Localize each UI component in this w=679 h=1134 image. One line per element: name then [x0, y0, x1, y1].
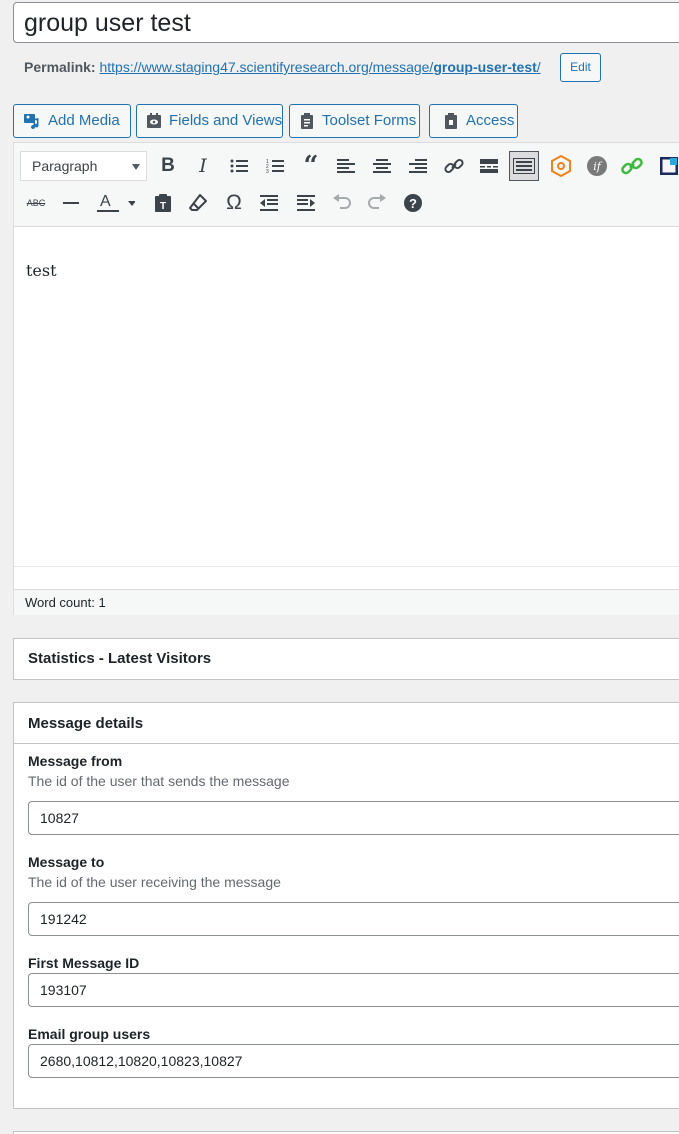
permalink: Permalink: https://www.staging47.scienti…: [24, 57, 541, 77]
clear-formatting-icon[interactable]: [183, 188, 213, 218]
email-group-users-input[interactable]: 2680,10812,10820,10823,10827: [28, 1044, 679, 1078]
align-center-icon[interactable]: [367, 151, 397, 181]
svg-text:?: ?: [409, 196, 417, 211]
outdent-icon[interactable]: [254, 188, 284, 218]
message-to-description: The id of the user receiving the message: [28, 874, 281, 890]
conditional-icon[interactable]: if: [582, 151, 612, 181]
special-char-icon[interactable]: Ω: [219, 188, 249, 218]
editor-divider: [14, 566, 679, 567]
add-media-button[interactable]: Add Media: [13, 104, 131, 138]
italic-icon[interactable]: I: [188, 151, 218, 181]
access-button[interactable]: Access: [429, 104, 518, 138]
toolset-forms-icon[interactable]: [654, 151, 679, 181]
message-details-box: Message details Message from The id of t…: [13, 702, 679, 1109]
svg-text:3: 3: [266, 169, 269, 174]
add-media-label: Add Media: [48, 112, 120, 129]
strikethrough-icon[interactable]: ABC: [21, 188, 51, 218]
align-right-icon[interactable]: [403, 151, 433, 181]
edit-permalink-button[interactable]: Edit: [560, 53, 601, 82]
svg-text:A: A: [100, 193, 111, 210]
access-icon: [445, 113, 457, 129]
green-link-icon[interactable]: [617, 151, 647, 181]
redo-icon[interactable]: [362, 188, 392, 218]
fields-and-views-label: Fields and Views: [169, 112, 283, 129]
media-icon: [24, 114, 39, 130]
align-left-icon[interactable]: [331, 151, 361, 181]
svg-text:T: T: [160, 201, 166, 212]
statistics-box-title: Statistics - Latest Visitors: [28, 650, 212, 667]
email-group-users-label: Email group users: [28, 1026, 151, 1042]
word-count: Word count: 1: [14, 589, 679, 615]
message-from-description: The id of the user that sends the messag…: [28, 773, 290, 789]
content-editor: Paragraph B I 123 “ if ABC A T Ω ? test …: [13, 142, 679, 615]
paste-text-icon[interactable]: T: [148, 188, 178, 218]
toolset-forms-button[interactable]: Toolset Forms: [289, 104, 420, 138]
editor-content[interactable]: test: [26, 261, 57, 280]
bullet-list-icon[interactable]: [224, 151, 254, 181]
statistics-box[interactable]: Statistics - Latest Visitors: [13, 638, 679, 680]
numbered-list-icon[interactable]: 123: [260, 151, 290, 181]
chevron-down-icon: [132, 164, 140, 170]
message-details-title: Message details: [28, 715, 144, 732]
permalink-label: Permalink:: [24, 59, 96, 75]
message-details-header[interactable]: Message details: [14, 703, 679, 744]
link-icon[interactable]: [439, 151, 469, 181]
read-more-icon[interactable]: [474, 151, 504, 181]
toolbar-toggle-icon[interactable]: [509, 151, 539, 181]
fields-views-icon: [147, 113, 161, 128]
format-select-value: Paragraph: [32, 158, 98, 174]
fields-and-views-button[interactable]: Fields and Views: [136, 104, 283, 138]
help-icon[interactable]: ?: [398, 188, 428, 218]
permalink-link[interactable]: https://www.staging47.scientifyresearch.…: [99, 59, 540, 75]
toolset-icon[interactable]: [546, 151, 576, 181]
format-select[interactable]: Paragraph: [20, 151, 147, 181]
message-from-label: Message from: [28, 753, 123, 769]
blockquote-icon[interactable]: “: [296, 151, 326, 181]
message-to-input[interactable]: 191242: [28, 902, 679, 936]
horizontal-line-icon[interactable]: [56, 188, 86, 218]
first-message-id-label: First Message ID: [28, 955, 140, 971]
message-to-label: Message to: [28, 854, 105, 870]
text-color-icon[interactable]: A: [92, 188, 138, 218]
editor-toolbar: Paragraph B I 123 “ if ABC A T Ω ?: [14, 143, 679, 227]
access-label: Access: [466, 112, 515, 129]
message-from-input[interactable]: 10827: [28, 801, 679, 835]
post-title-input[interactable]: group user test: [13, 2, 679, 43]
indent-icon[interactable]: [291, 188, 321, 218]
toolset-forms-label: Toolset Forms: [322, 112, 417, 129]
toolset-forms-icon: [301, 113, 313, 129]
undo-icon[interactable]: [327, 188, 357, 218]
first-message-id-input[interactable]: 193107: [28, 973, 679, 1007]
bold-icon[interactable]: B: [153, 151, 183, 181]
